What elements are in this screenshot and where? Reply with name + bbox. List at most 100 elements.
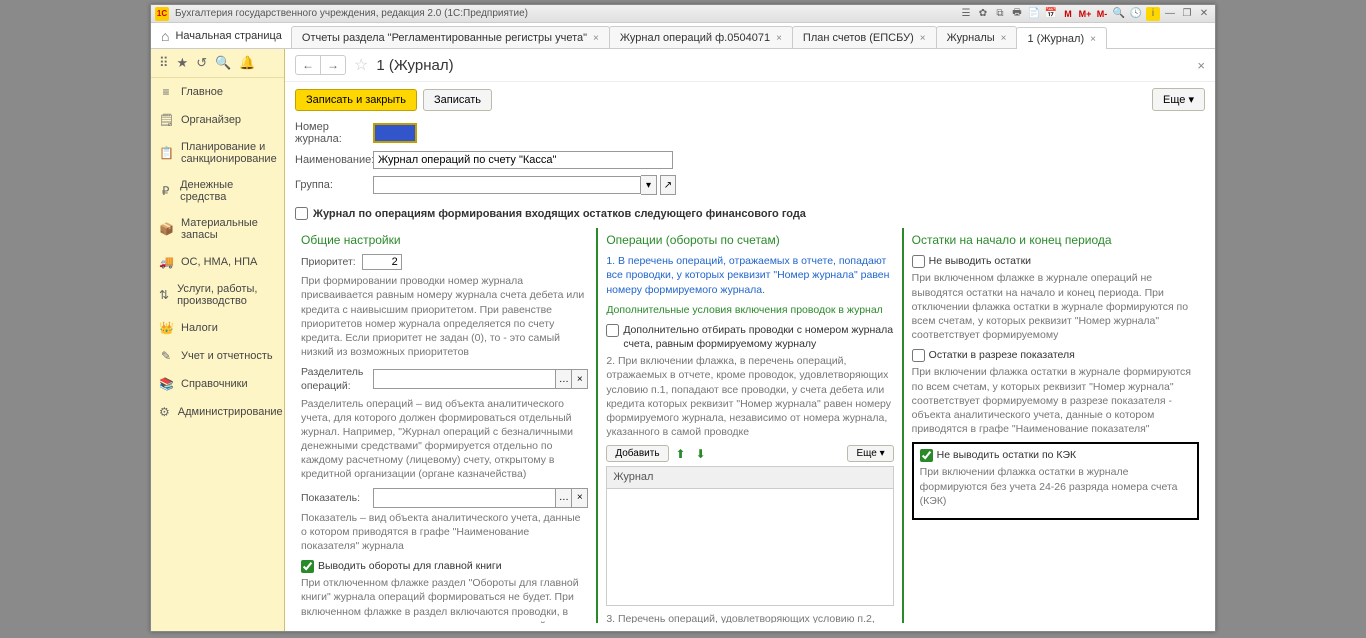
tool-icon[interactable]: 📄 (1027, 7, 1041, 21)
close-icon[interactable]: × (1001, 33, 1007, 44)
sep-label: Разделитель операций: (301, 365, 373, 393)
incoming-checkbox[interactable] (295, 207, 308, 220)
tool-icon[interactable]: ☰ (959, 7, 973, 21)
col-balances: Остатки на начало и конец периода Не выв… (902, 228, 1207, 623)
title-bar: 1C Бухгалтерия государственного учрежден… (151, 5, 1215, 23)
sidebar-item-2[interactable]: 📋Планирование и санкционирование (151, 134, 284, 172)
tool-icon[interactable]: ⧉ (993, 7, 1007, 21)
close-icon[interactable]: × (1090, 34, 1096, 45)
sidebar-item-10[interactable]: ⚙Администрирование (151, 398, 284, 426)
star-icon[interactable]: ★ (177, 55, 189, 71)
close-icon[interactable]: × (920, 33, 926, 44)
close-icon[interactable]: × (593, 33, 599, 44)
tool-icon[interactable]: ✿ (976, 7, 990, 21)
journal-number-input[interactable] (373, 123, 417, 143)
up-icon[interactable]: ⬆ (673, 446, 689, 462)
app-title: Бухгалтерия государственного учреждения,… (175, 8, 959, 19)
ops-p4: 3. Перечень операций, удовлетворяющих ус… (606, 612, 893, 623)
favorite-icon[interactable]: ☆ (354, 55, 368, 75)
journal-list[interactable]: Журнал (606, 466, 893, 606)
group-input[interactable] (373, 176, 641, 194)
clear-icon[interactable]: × (572, 488, 588, 508)
save-button[interactable]: Записать (423, 89, 492, 111)
name-input[interactable] (373, 151, 673, 169)
app-logo-icon: 1C (155, 7, 169, 21)
col-general: Общие настройки Приоритет: При формирова… (293, 228, 596, 623)
indicator-input[interactable] (373, 488, 556, 508)
add-button[interactable]: Добавить (606, 445, 668, 462)
print-icon[interactable]: 🖶 (1010, 7, 1024, 21)
ops-p2: Дополнительные условия включения проводо… (606, 303, 893, 317)
col1-title: Общие настройки (301, 232, 588, 248)
bell-icon[interactable]: 🔔 (239, 55, 255, 71)
by-indicator-checkbox[interactable] (912, 349, 925, 362)
forward-icon[interactable]: → (321, 56, 345, 74)
info-icon[interactable]: i (1146, 7, 1160, 21)
more-button[interactable]: Еще ▾ (1152, 88, 1205, 111)
ind-label: Показатель: (301, 491, 373, 505)
chk-extra: Дополнительно отбирать проводки с номеро… (606, 323, 893, 351)
dropdown-icon[interactable]: ▾ (641, 175, 657, 195)
tab-journal-1[interactable]: 1 (Журнал)× (1016, 27, 1106, 49)
extra-checkbox[interactable] (606, 324, 619, 337)
m-minus-icon[interactable]: M- (1095, 7, 1109, 21)
tab-journals[interactable]: Журналы× (936, 26, 1018, 48)
save-close-button[interactable]: Записать и закрыть (295, 89, 417, 111)
tab-reports[interactable]: Отчеты раздела "Регламентированные регис… (291, 26, 610, 48)
side-icon: 🗒 (159, 113, 173, 127)
calendar-icon[interactable]: 📅 (1044, 7, 1058, 21)
col3-title: Остатки на начало и конец периода (912, 232, 1199, 248)
chk-no-balances: Не выводить остатки (912, 254, 1199, 268)
minimize-icon[interactable]: — (1163, 7, 1177, 21)
ellipsis-icon[interactable]: … (556, 488, 572, 508)
back-icon[interactable]: ← (296, 56, 321, 74)
turnover-checkbox[interactable] (301, 560, 314, 573)
close-icon[interactable]: × (1197, 58, 1205, 73)
apps-icon[interactable]: ⠿ (159, 55, 169, 71)
extra-label: Дополнительно отбирать проводки с номеро… (623, 323, 893, 351)
no-balances-checkbox[interactable] (912, 255, 925, 268)
clear-icon[interactable]: × (572, 369, 588, 389)
separator-input[interactable] (373, 369, 556, 389)
turnover-help: При отключенном флажке раздел "Обороты д… (301, 576, 588, 623)
side-icon: 🚚 (159, 255, 173, 269)
m-icon[interactable]: M (1061, 7, 1075, 21)
sidebar-item-0[interactable]: ≡Главное (151, 78, 284, 106)
more-button[interactable]: Еще ▾ (847, 445, 893, 462)
side-label: Главное (181, 86, 223, 98)
side-label: Налоги (181, 322, 218, 334)
tab-accounts[interactable]: План счетов (ЕПСБУ)× (792, 26, 937, 48)
search-icon[interactable]: 🔍 (1112, 7, 1126, 21)
tab-journal-ops[interactable]: Журнал операций ф.0504071× (609, 26, 793, 48)
more-label: Еще (1163, 94, 1185, 106)
restore-icon[interactable]: ❐ (1180, 7, 1194, 21)
sidebar-item-8[interactable]: ✎Учет и отчетность (151, 342, 284, 370)
sep-help: Разделитель операций – вид объекта анали… (301, 397, 588, 482)
sidebar-item-6[interactable]: ⇅Услуги, работы, производство (151, 276, 284, 314)
close-icon[interactable]: ✕ (1197, 7, 1211, 21)
row-incoming-chk: Журнал по операциям формирования входящи… (285, 205, 1215, 228)
sidebar-item-7[interactable]: 👑Налоги (151, 314, 284, 342)
name-label: Наименование: (295, 154, 373, 166)
clock-icon[interactable]: 🕓 (1129, 7, 1143, 21)
sidebar-item-5[interactable]: 🚚ОС, НМА, НПА (151, 248, 284, 276)
ellipsis-icon[interactable]: … (556, 369, 572, 389)
tab-home[interactable]: ⌂Начальная страница (155, 23, 292, 48)
sidebar-item-3[interactable]: ₽Денежные средства (151, 172, 284, 210)
side-label: Справочники (181, 378, 248, 390)
side-icon: ⚙ (159, 405, 170, 419)
sidebar-item-1[interactable]: 🗒Органайзер (151, 106, 284, 134)
search-icon[interactable]: 🔍 (215, 55, 231, 71)
priority-input[interactable] (362, 254, 402, 270)
nav-arrows: ← → (295, 55, 346, 75)
close-icon[interactable]: × (776, 33, 782, 44)
no-kek-checkbox[interactable] (920, 449, 933, 462)
sidebar-item-9[interactable]: 📚Справочники (151, 370, 284, 398)
down-icon[interactable]: ⬇ (693, 446, 709, 462)
sidebar-item-4[interactable]: 📦Материальные запасы (151, 210, 284, 248)
history-icon[interactable]: ↺ (196, 55, 207, 71)
m-plus-icon[interactable]: M+ (1078, 7, 1092, 21)
side-label: Денежные средства (180, 179, 276, 203)
open-icon[interactable]: ↗ (660, 175, 676, 195)
row-separator: Разделитель операций: …× (301, 365, 588, 393)
